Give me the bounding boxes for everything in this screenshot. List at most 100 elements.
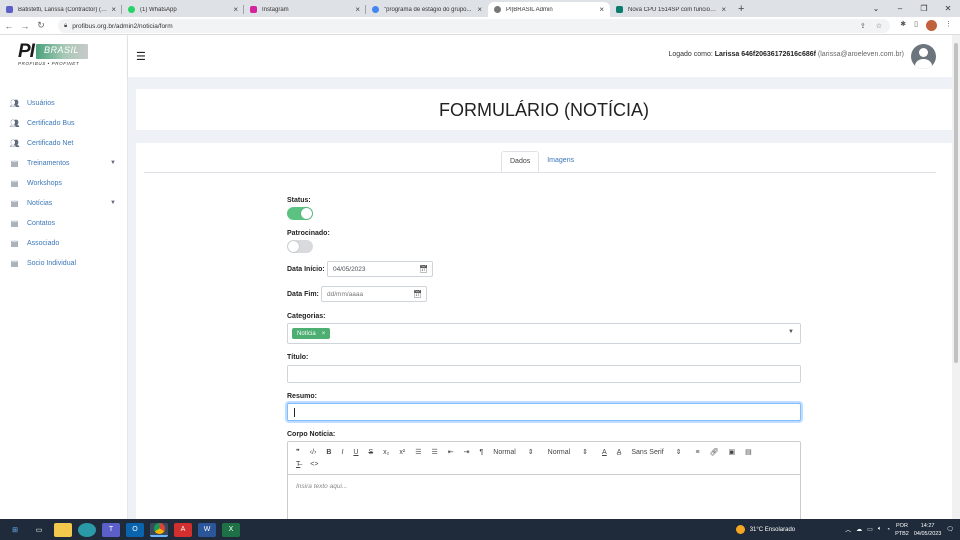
data-fim-input[interactable]: dd/mm/aaaa 📅︎	[321, 286, 427, 302]
text-direction-icon[interactable]: ¶	[480, 449, 484, 456]
notification-icon[interactable]: 🗨︎	[946, 526, 954, 533]
url-field[interactable]: 🔒︎ profibus.org.br/admin2/noticia/form ⇪…	[58, 19, 890, 33]
titulo-input[interactable]	[287, 365, 801, 383]
close-icon[interactable]: ×	[355, 5, 360, 14]
outdent-icon[interactable]: ⇤	[448, 448, 454, 456]
chip-remove-icon[interactable]: ×	[322, 331, 326, 337]
calendar-icon[interactable]: 📅︎	[413, 290, 422, 298]
weather-text[interactable]: 31°C Ensolarado	[750, 527, 795, 533]
excel-icon[interactable]: X	[222, 522, 240, 537]
share-icon[interactable]: ⇪	[860, 22, 866, 30]
bold-icon[interactable]: B	[326, 449, 331, 456]
logo[interactable]: PI BRASIL PROFIBUS • PROFINET	[18, 41, 90, 67]
indent-icon[interactable]: ⇥	[464, 448, 470, 456]
hamburger-menu-icon[interactable]: ☰	[136, 50, 146, 63]
lock-icon[interactable]: 🔒︎	[64, 23, 67, 30]
sidebar-item-associado[interactable]: ▤ Associado	[0, 233, 128, 253]
windows-start-icon[interactable]: ⊞	[6, 523, 24, 537]
strike-icon[interactable]: S	[368, 449, 373, 456]
profile-avatar[interactable]	[926, 20, 937, 31]
browser-tab-active[interactable]: PI|BRASIL Admin ×	[488, 2, 610, 17]
tray-chevron-icon[interactable]: ︿	[845, 525, 851, 534]
code-icon[interactable]: <>	[310, 461, 318, 468]
maximize-icon[interactable]: ❐	[912, 4, 936, 13]
user-avatar[interactable]	[911, 44, 936, 69]
close-icon[interactable]: ×	[599, 5, 604, 14]
puzzle-icon[interactable]: ✱	[900, 20, 906, 31]
back-icon[interactable]: ←	[2, 21, 16, 31]
status-toggle[interactable]	[287, 207, 313, 220]
word-icon[interactable]: W	[198, 522, 216, 537]
new-tab-icon[interactable]: +	[738, 3, 744, 15]
file-explorer-icon[interactable]	[54, 522, 72, 537]
close-icon[interactable]: ×	[233, 5, 238, 14]
scrollbar-thumb[interactable]	[954, 43, 958, 363]
sidebar-item-socio-individual[interactable]: ▤ Socio Individual	[0, 253, 128, 273]
ordered-list-icon[interactable]: ☰	[415, 448, 421, 456]
align-icon[interactable]: ≡	[695, 449, 699, 456]
sidebar-item-treinamentos[interactable]: ▤ Treinamentos ▼	[0, 153, 128, 173]
sidebar-item-usuarios[interactable]: 👥︎ Usuários	[0, 93, 128, 113]
browser-tab[interactable]: Instagram ×	[244, 2, 366, 17]
subscript-icon[interactable]: x₂	[383, 449, 389, 456]
superscript-icon[interactable]: x²	[399, 449, 405, 456]
close-icon[interactable]: ×	[721, 5, 726, 14]
clear-format-icon[interactable]: T̶	[296, 461, 300, 468]
volume-icon[interactable]: 🔈︎	[878, 526, 882, 533]
menu-dots-icon[interactable]: ⋮	[945, 20, 952, 31]
patrocinado-toggle[interactable]	[287, 240, 313, 253]
sidebar-item-certificado-bus[interactable]: 👥︎ Certificado Bus	[0, 113, 128, 133]
close-window-icon[interactable]: ✕	[936, 4, 960, 13]
video-icon[interactable]: ▤	[745, 448, 752, 456]
acrobat-icon[interactable]: A	[174, 522, 192, 537]
chevron-down-icon[interactable]: ⌄	[864, 4, 888, 13]
sidebar-item-noticias[interactable]: ▤ Notícias ▼	[0, 193, 128, 213]
browser-tab[interactable]: (1) WhatsApp ×	[122, 2, 244, 17]
italic-icon[interactable]: I	[341, 449, 343, 456]
minimize-icon[interactable]: –	[888, 4, 912, 13]
sidebar-item-workshops[interactable]: ▤ Workshops	[0, 173, 128, 193]
tab-dados[interactable]: Dados	[501, 151, 540, 172]
sidebar-item-contatos[interactable]: ▤ Contatos	[0, 213, 128, 233]
text-color-icon[interactable]: A	[602, 449, 607, 456]
image-icon[interactable]: ▣	[728, 448, 735, 456]
sidepanel-icon[interactable]: ▯	[914, 20, 918, 31]
browser-tab[interactable]: Nova CPU 1514SP com funciona... ×	[610, 2, 732, 17]
cloud-icon[interactable]: ☁	[856, 526, 862, 533]
calendar-icon[interactable]: 📅︎	[419, 265, 428, 273]
size-select[interactable]: Normal ⇕	[493, 448, 533, 456]
language-indicator[interactable]: POR PTB2	[895, 522, 909, 538]
sidebar-item-certificado-net[interactable]: 👥︎ Certificado Net	[0, 133, 128, 153]
chrome-icon[interactable]	[150, 522, 168, 537]
editor-body[interactable]: Insira texto aqui...	[287, 475, 801, 525]
tab-imagens[interactable]: Imagens	[539, 151, 582, 172]
reload-icon[interactable]: ↻	[34, 20, 48, 31]
underline-icon[interactable]: U	[353, 449, 358, 456]
resumo-input[interactable]	[287, 403, 801, 421]
chevron-down-icon[interactable]: ▼	[788, 329, 794, 335]
outlook-icon[interactable]: O	[126, 522, 144, 537]
close-icon[interactable]: ×	[477, 5, 482, 14]
code-block-icon[interactable]: ‹/›	[310, 449, 317, 456]
browser-tab[interactable]: Batistetti, Larissa (Contractor) (W... ×	[0, 2, 122, 17]
categorias-select[interactable]: Notícia × ▼	[287, 323, 801, 344]
data-inicio-input[interactable]: 04/05/2023 📅︎	[327, 261, 433, 277]
edge-icon[interactable]	[78, 522, 96, 537]
network-icon[interactable]: ▭	[867, 526, 873, 533]
weather-icon[interactable]	[735, 525, 745, 534]
teams-icon[interactable]: T	[102, 522, 120, 537]
blockquote-icon[interactable]: ❞	[296, 448, 300, 456]
bullet-list-icon[interactable]: ☰	[431, 448, 437, 456]
clock[interactable]: 14:27 04/05/2023	[914, 522, 942, 538]
wifi-icon[interactable]: ◔	[886, 527, 890, 533]
star-icon[interactable]: ☆	[876, 22, 882, 30]
browser-tab[interactable]: "programa de estágio do grupo... ×	[366, 2, 488, 17]
font-select[interactable]: Sans Serif ⇕	[631, 448, 681, 456]
close-icon[interactable]: ×	[111, 5, 116, 14]
categoria-chip[interactable]: Notícia ×	[292, 328, 331, 339]
background-color-icon[interactable]: A̲	[617, 449, 622, 456]
forward-icon[interactable]: →	[18, 21, 32, 31]
link-icon[interactable]: 🔗︎	[710, 448, 719, 456]
task-view-icon[interactable]: ▭	[30, 523, 48, 537]
page-scrollbar[interactable]	[952, 35, 960, 519]
